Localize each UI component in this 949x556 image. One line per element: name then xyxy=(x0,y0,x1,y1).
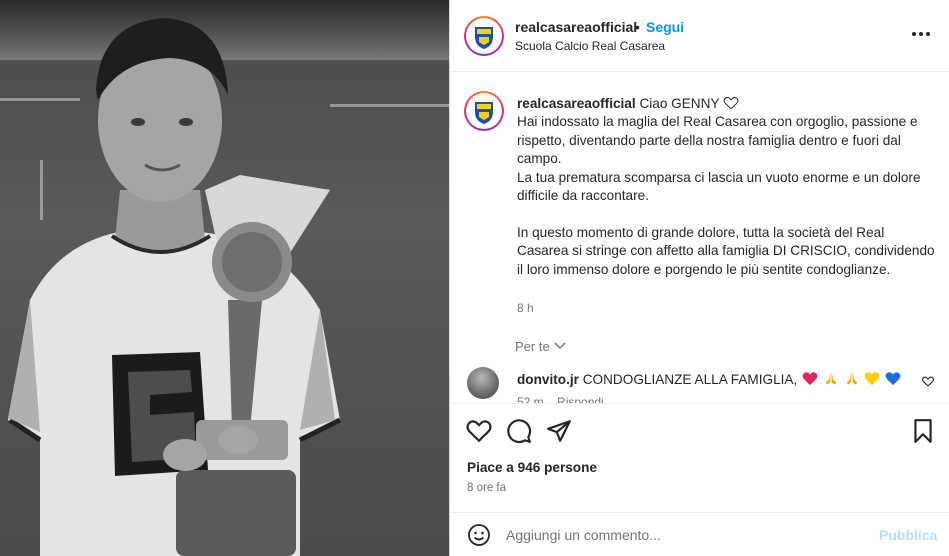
emoji-icon[interactable] xyxy=(467,523,491,547)
blue-heart-icon xyxy=(885,372,901,386)
post-header: realcasareaofficial • Segui Scuola Calci… xyxy=(450,0,949,72)
caption-paragraph: Hai indossato la maglia del Real Casarea… xyxy=(517,114,918,167)
yellow-heart-icon xyxy=(864,372,880,386)
comment-input[interactable] xyxy=(506,523,866,547)
heart-icon[interactable] xyxy=(922,376,934,387)
likes-count[interactable]: Piace a 946 persone xyxy=(467,460,597,475)
share-icon[interactable] xyxy=(546,418,572,444)
red-heart-icon xyxy=(802,372,818,386)
author-avatar[interactable] xyxy=(464,16,504,56)
caption-first-line: Ciao GENNY xyxy=(639,96,720,111)
folded-hands-icon xyxy=(846,371,857,385)
commenter-username[interactable]: donvito.jr xyxy=(517,372,579,387)
post-time[interactable]: 8 ore fa xyxy=(467,482,506,494)
caption-avatar[interactable] xyxy=(464,91,504,131)
club-crest-icon xyxy=(468,95,500,127)
white-heart-icon xyxy=(723,96,739,110)
commenter-avatar[interactable] xyxy=(467,367,499,399)
follow-button[interactable]: Segui xyxy=(646,19,684,35)
reply-button[interactable]: Rispondi xyxy=(557,395,604,403)
comment-text: donvito.jr CONDOGLIANZE ALLA FAMIGLIA, xyxy=(517,370,901,387)
boy-with-trophy xyxy=(8,18,342,556)
club-crest-icon xyxy=(468,20,500,52)
heart-icon[interactable] xyxy=(466,418,492,444)
bookmark-icon[interactable] xyxy=(910,418,936,444)
comment-time[interactable]: 52 m xyxy=(517,395,544,403)
caption-time[interactable]: 8 h xyxy=(517,301,534,315)
translation-label: Per te xyxy=(515,339,550,354)
caption-paragraph: In questo momento di grande dolore, tutt… xyxy=(517,224,935,277)
folded-hands-icon xyxy=(825,371,837,385)
post-image[interactable] xyxy=(0,0,449,556)
chevron-down-icon xyxy=(554,342,566,350)
post-actions: Piace a 946 persone 8 ore fa xyxy=(450,403,949,523)
post-comment-button[interactable]: Pubblica xyxy=(879,527,937,543)
translation-toggle[interactable]: Per te xyxy=(515,339,566,354)
post-side-panel: realcasareaofficial • Segui Scuola Calci… xyxy=(449,0,949,556)
comment-meta: 52 m Rispondi xyxy=(517,395,604,403)
caption-text: realcasareaofficial Ciao GENNY Hai indos… xyxy=(517,95,937,279)
author-subtitle: Scuola Calcio Real Casarea xyxy=(515,39,666,53)
add-comment-bar: Pubblica xyxy=(450,512,949,556)
comment-icon[interactable] xyxy=(506,418,532,444)
separator-dot: • xyxy=(635,19,640,35)
author-username[interactable]: realcasareaofficial xyxy=(515,19,637,35)
comment-body: CONDOGLIANZE ALLA FAMIGLIA, xyxy=(582,372,798,387)
comments-section: realcasareaofficial Ciao GENNY Hai indos… xyxy=(450,73,949,403)
caption-username[interactable]: realcasareaofficial xyxy=(517,96,636,111)
more-options-icon[interactable] xyxy=(912,24,932,44)
caption-paragraph: La tua prematura scomparsa ci lascia un … xyxy=(517,169,921,204)
